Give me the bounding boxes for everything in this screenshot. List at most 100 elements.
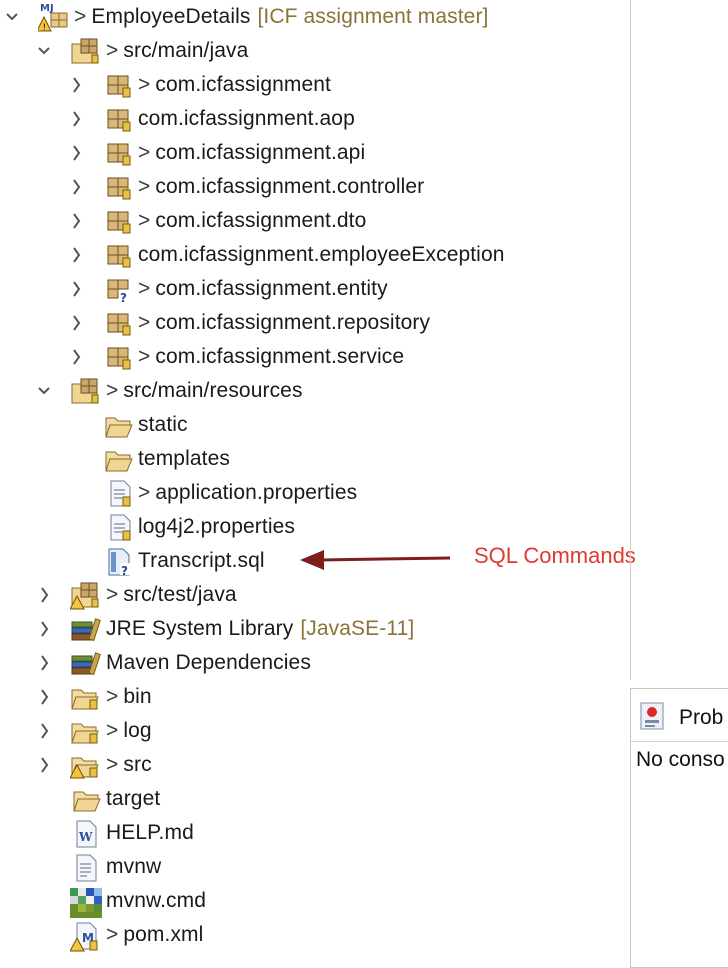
item-name: mvnw: [106, 855, 162, 878]
tree-label: HELP.md: [106, 816, 194, 850]
svg-text:M: M: [40, 3, 50, 14]
tree-row-folder[interactable]: > src: [0, 748, 630, 782]
chevron-right-icon[interactable]: [66, 204, 86, 238]
modified-marker: >: [138, 73, 151, 96]
chevron-down-icon[interactable]: [2, 0, 22, 34]
tree-label: > com.icfassignment.controller: [138, 170, 424, 204]
tree-row-file[interactable]: log4j2.properties: [0, 510, 630, 544]
tree-label: Transcript.sql: [138, 544, 265, 578]
tree-label: > pom.xml: [106, 918, 203, 952]
modified-marker: >: [106, 719, 119, 742]
tree-row-package[interactable]: com.icfassignment.aop: [0, 102, 630, 136]
package-icon: [106, 208, 134, 236]
tree-label: log4j2.properties: [138, 510, 295, 544]
modified-marker: >: [138, 481, 151, 504]
tree-label: > bin: [106, 680, 152, 714]
modified-marker: >: [74, 5, 87, 28]
tree-label: > application.properties: [138, 476, 357, 510]
modified-marker: >: [138, 141, 151, 164]
annotation-label: SQL Commands: [474, 543, 636, 568]
tree-label: mvnw.cmd: [106, 884, 206, 918]
pom-file-warning-icon: M: [70, 922, 98, 952]
tree-row-file[interactable]: > application.properties: [0, 476, 630, 510]
project-explorer-tree: M J ! > EmployeeDetails [ICF assignment ma…: [0, 0, 630, 960]
chevron-right-icon[interactable]: [66, 306, 86, 340]
package-icon: [106, 242, 134, 270]
modified-marker: >: [106, 923, 119, 946]
tree-row-file[interactable]: W HELP.md: [0, 816, 630, 850]
chevron-right-icon[interactable]: [66, 68, 86, 102]
modified-marker: >: [106, 583, 119, 606]
tree-row-file[interactable]: M > pom.xml: [0, 918, 630, 952]
package-untracked-icon: ?: [106, 276, 134, 304]
source-folder-warning-icon: [70, 582, 99, 610]
chevron-right-icon[interactable]: [66, 102, 86, 136]
item-name: pom.xml: [123, 923, 204, 946]
tree-label: JRE System Library [JavaSE-11]: [106, 612, 414, 646]
item-name: src/main/resources: [123, 379, 303, 402]
item-name: target: [106, 787, 161, 810]
annotation-arrow: [300, 550, 451, 570]
tree-row-folder[interactable]: templates: [0, 442, 630, 476]
tree-row-file[interactable]: mvnw: [0, 850, 630, 884]
tree-row-package[interactable]: > com.icfassignment.service: [0, 340, 630, 374]
properties-file-icon: [108, 514, 136, 542]
chevron-right-icon[interactable]: [66, 272, 86, 306]
tree-row-package[interactable]: com.icfassignment.employeeException: [0, 238, 630, 272]
tab-problems[interactable]: Prob: [679, 689, 723, 747]
folder-warning-icon: [70, 752, 99, 780]
package-icon: [106, 310, 134, 338]
tree-row-project[interactable]: M J ! > EmployeeDetails [ICF assignment ma…: [0, 0, 630, 34]
chevron-right-icon[interactable]: [34, 748, 54, 782]
tree-row-src-test-java[interactable]: > src/test/java: [0, 578, 630, 612]
chevron-right-icon[interactable]: [66, 170, 86, 204]
tree-row-folder[interactable]: > log: [0, 714, 630, 748]
tree-row-package[interactable]: > com.icfassignment.repository: [0, 306, 630, 340]
chevron-right-icon[interactable]: [66, 238, 86, 272]
tree-row-folder[interactable]: > bin: [0, 680, 630, 714]
chevron-down-icon[interactable]: [34, 34, 54, 68]
chevron-right-icon[interactable]: [34, 680, 54, 714]
repository-branch: [ICF assignment master]: [257, 5, 489, 28]
tree-row-package[interactable]: > com.icfassignment: [0, 68, 630, 102]
item-name: static: [138, 413, 188, 436]
tree-row-src-main-java[interactable]: > src/main/java: [0, 34, 630, 68]
chevron-right-icon[interactable]: [66, 136, 86, 170]
tree-row-library[interactable]: JRE System Library [JavaSE-11]: [0, 612, 630, 646]
folder-open-icon: [104, 446, 133, 474]
item-name: application.properties: [155, 481, 358, 504]
chevron-right-icon[interactable]: [34, 714, 54, 748]
tree-label: > src/main/java: [106, 34, 248, 68]
folder-open-icon: [70, 718, 99, 746]
console-message: No conso: [636, 748, 725, 771]
package-icon: [106, 344, 134, 372]
folder-open-icon: [70, 684, 99, 712]
tree-row-src-main-resources[interactable]: > src/main/resources: [0, 374, 630, 408]
tree-row-folder[interactable]: target: [0, 782, 630, 816]
modified-marker: >: [106, 379, 119, 402]
tree-row-file[interactable]: mvnw.cmd: [0, 884, 630, 918]
tree-row-package[interactable]: > com.icfassignment.api: [0, 136, 630, 170]
project-name: EmployeeDetails: [91, 5, 251, 28]
chevron-right-icon[interactable]: [34, 578, 54, 612]
library-icon: [70, 616, 101, 644]
tree-row-library[interactable]: Maven Dependencies: [0, 646, 630, 680]
item-name: log4j2.properties: [138, 515, 295, 538]
tree-label: > com.icfassignment.dto: [138, 204, 366, 238]
tree-label: > src: [106, 748, 152, 782]
tree-label: com.icfassignment.employeeException: [138, 238, 505, 272]
tree-label: > com.icfassignment.api: [138, 136, 365, 170]
tree-label: target: [106, 782, 160, 816]
source-folder-icon: [70, 378, 99, 406]
tree-row-package[interactable]: > com.icfassignment.dto: [0, 204, 630, 238]
chevron-right-icon[interactable]: [34, 612, 54, 646]
problems-icon: [639, 701, 669, 738]
tree-label: > src/main/resources: [106, 374, 303, 408]
chevron-right-icon[interactable]: [66, 340, 86, 374]
tree-row-package[interactable]: > com.icfassignment.controller: [0, 170, 630, 204]
chevron-right-icon[interactable]: [34, 646, 54, 680]
modified-marker: >: [138, 277, 151, 300]
chevron-down-icon[interactable]: [34, 374, 54, 408]
tree-row-folder[interactable]: static: [0, 408, 630, 442]
tree-row-package[interactable]: ? > com.icfassignment.entity: [0, 272, 630, 306]
